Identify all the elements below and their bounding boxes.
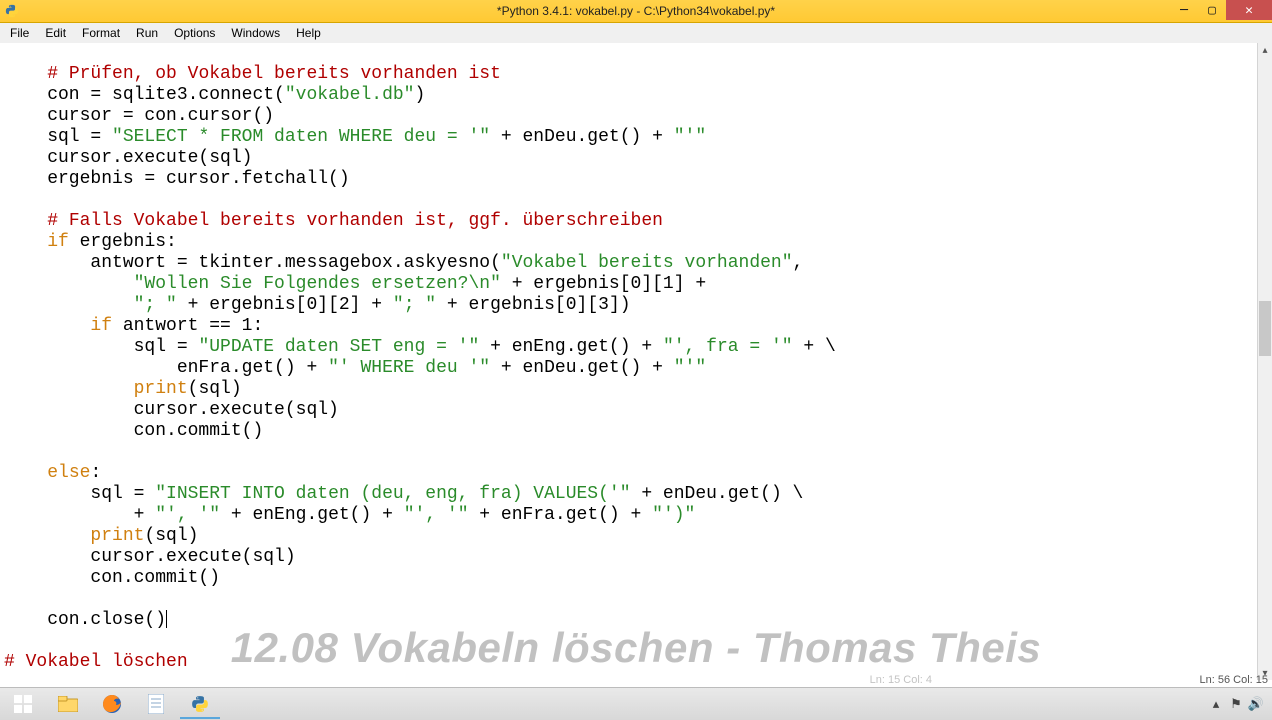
python-icon <box>4 3 20 19</box>
title-bar: *Python 3.4.1: vokabel.py - C:\Python34\… <box>0 0 1272 23</box>
minimize-button[interactable]: ─ <box>1170 0 1198 20</box>
taskbar-explorer[interactable] <box>46 689 90 719</box>
status-line-col: Ln: 56 Col: 15 <box>1200 674 1269 686</box>
menu-help[interactable]: Help <box>288 24 329 42</box>
code-line[interactable]: con = sqlite3.connect("vokabel.db") <box>4 85 1254 106</box>
code-line[interactable]: cursor.execute(sql) <box>4 547 1254 568</box>
code-editor[interactable]: # Prüfen, ob Vokabel bereits vorhanden i… <box>0 43 1258 673</box>
code-line[interactable] <box>4 442 1254 463</box>
tray-chevron-up-icon[interactable]: ▴ <box>1206 689 1226 719</box>
taskbar-python-idle[interactable] <box>178 689 222 719</box>
code-line[interactable]: cursor = con.cursor() <box>4 106 1254 127</box>
code-line[interactable]: # Falls Vokabel bereits vorhanden ist, g… <box>4 211 1254 232</box>
code-line[interactable]: con.commit() <box>4 568 1254 589</box>
window-title: *Python 3.4.1: vokabel.py - C:\Python34\… <box>0 4 1272 18</box>
code-line[interactable]: ergebnis = cursor.fetchall() <box>4 169 1254 190</box>
taskbar-firefox[interactable] <box>90 689 134 719</box>
menu-bar: File Edit Format Run Options Windows Hel… <box>0 23 1272 44</box>
menu-windows[interactable]: Windows <box>223 24 288 42</box>
scroll-thumb[interactable] <box>1259 301 1271 356</box>
code-line[interactable] <box>4 631 1254 652</box>
vertical-scrollbar[interactable]: ▴ ▾ <box>1257 43 1272 680</box>
code-line[interactable]: + "', '" + enEng.get() + "', '" + enFra.… <box>4 505 1254 526</box>
system-tray: ▴ ⚑ 🔊 <box>1206 688 1272 720</box>
code-line[interactable]: # Prüfen, ob Vokabel bereits vorhanden i… <box>4 64 1254 85</box>
menu-run[interactable]: Run <box>128 24 166 42</box>
maximize-button[interactable]: ▢ <box>1198 0 1226 20</box>
code-line[interactable] <box>4 589 1254 610</box>
menu-edit[interactable]: Edit <box>37 24 74 42</box>
menu-file[interactable]: File <box>2 24 37 42</box>
code-line[interactable]: print(sql) <box>4 379 1254 400</box>
code-line[interactable]: "Wollen Sie Folgendes ersetzen?\n" + erg… <box>4 274 1254 295</box>
code-line[interactable]: sql = "INSERT INTO daten (deu, eng, fra)… <box>4 484 1254 505</box>
code-line[interactable]: else: <box>4 463 1254 484</box>
code-line[interactable]: if antwort == 1: <box>4 316 1254 337</box>
code-line[interactable]: if ergebnis: <box>4 232 1254 253</box>
start-button[interactable] <box>0 689 46 719</box>
code-line[interactable] <box>4 43 1254 64</box>
code-line[interactable]: cursor.execute(sql) <box>4 400 1254 421</box>
tray-flag-icon[interactable]: ⚑ <box>1226 689 1246 719</box>
code-line[interactable]: print(sql) <box>4 526 1254 547</box>
status-line-col-faint: Ln: 15 Col: 4 <box>870 674 932 686</box>
code-line[interactable]: enFra.get() + "' WHERE deu '" + enDeu.ge… <box>4 358 1254 379</box>
tray-speaker-icon[interactable]: 🔊 <box>1246 689 1266 719</box>
code-line[interactable]: con.commit() <box>4 421 1254 442</box>
code-line[interactable]: con.close() <box>4 610 1254 631</box>
code-line[interactable]: # Vokabel löschen <box>4 652 1254 673</box>
code-line[interactable]: sql = "SELECT * FROM daten WHERE deu = '… <box>4 127 1254 148</box>
code-line[interactable]: antwort = tkinter.messagebox.askyesno("V… <box>4 253 1254 274</box>
code-line[interactable]: "; " + ergebnis[0][2] + "; " + ergebnis[… <box>4 295 1254 316</box>
menu-options[interactable]: Options <box>166 24 223 42</box>
menu-format[interactable]: Format <box>74 24 128 42</box>
close-button[interactable]: ✕ <box>1226 0 1272 20</box>
taskbar: ▴ ⚑ 🔊 <box>0 687 1272 720</box>
taskbar-notepad[interactable] <box>134 689 178 719</box>
editor-area[interactable]: # Prüfen, ob Vokabel bereits vorhanden i… <box>0 43 1258 680</box>
code-line[interactable] <box>4 190 1254 211</box>
code-line[interactable]: cursor.execute(sql) <box>4 148 1254 169</box>
scroll-track[interactable] <box>1258 57 1272 666</box>
code-line[interactable]: sql = "UPDATE daten SET eng = '" + enEng… <box>4 337 1254 358</box>
scroll-up-button[interactable]: ▴ <box>1258 43 1272 57</box>
